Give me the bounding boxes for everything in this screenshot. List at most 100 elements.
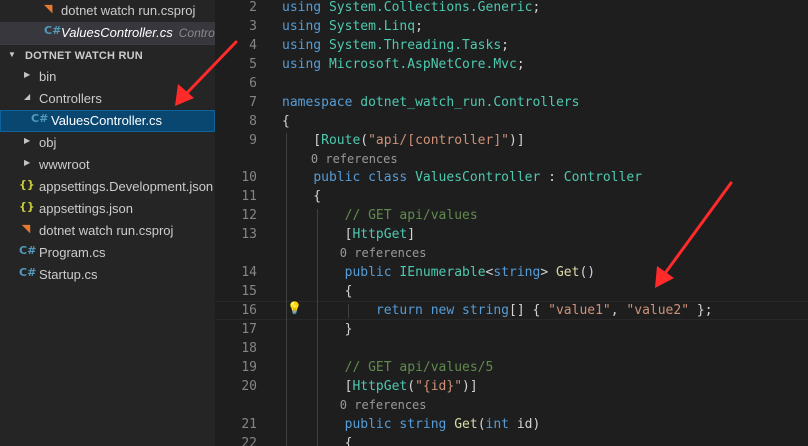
code-line[interactable]: 16 return new string[] { "value1", "valu… — [215, 301, 808, 320]
tree-item-label: ValuesController.cs — [51, 113, 163, 128]
code-text: // GET api/values/5 — [282, 358, 494, 377]
tree-item-startup-cs[interactable]: C# Startup.cs — [0, 264, 215, 286]
open-editor-item[interactable]: ◥ dotnet watch run.csproj — [0, 0, 215, 22]
line-number: 3 — [249, 19, 257, 34]
explorer-sidebar: ◥ dotnet watch run.csproj C# ValuesControll… — [0, 0, 215, 446]
code-line[interactable]: 13 [HttpGet] — [215, 225, 808, 244]
open-editor-name: dotnet watch run.csproj — [61, 3, 196, 18]
code-token: { — [282, 284, 353, 299]
line-number: 21 — [241, 417, 257, 432]
line-number: 11 — [241, 189, 257, 204]
code-token: ; — [415, 19, 423, 34]
code-line[interactable]: 6 — [215, 74, 808, 93]
line-number: 15 — [241, 284, 257, 299]
tree-item-dotnet-watch-run-csproj[interactable]: ◥ dotnet watch run.csproj — [0, 220, 215, 242]
code-token: // GET api/values/5 — [344, 360, 494, 375]
code-token: [ — [282, 227, 353, 242]
code-line[interactable]: 19 // GET api/values/5 — [215, 358, 808, 377]
open-editor-item[interactable]: C#ValuesController.cs Controllers — [0, 22, 215, 44]
line-number: 10 — [241, 170, 257, 185]
chevron-down-icon: ▼ — [8, 50, 16, 59]
code-text: { — [282, 187, 321, 206]
line-number: 2 — [249, 0, 257, 15]
tree-item-program-cs[interactable]: C# Program.cs — [0, 242, 215, 264]
code-token: using — [282, 0, 322, 15]
chevron-right-icon: ▶ — [24, 136, 31, 145]
codelens-references[interactable]: 0 references — [282, 244, 802, 263]
code-text: { — [282, 434, 353, 446]
tree-item-label: Program.cs — [39, 245, 106, 260]
code-token: > — [540, 265, 556, 280]
code-line[interactable]: 20 [HttpGet("{id}")] — [215, 377, 808, 396]
code-line[interactable]: 21 public string Get(int id) — [215, 415, 808, 434]
code-line[interactable]: 12 // GET api/values — [215, 206, 808, 225]
code-line[interactable]: 9 [Route("api/[controller]")] — [215, 131, 808, 150]
code-token: public — [313, 170, 361, 185]
code-token: ; — [501, 38, 509, 53]
tree-item-appsettings-json[interactable]: {} appsettings.json — [0, 198, 215, 220]
code-token: () — [579, 265, 596, 280]
code-text: // GET api/values — [282, 206, 478, 225]
csharp-icon: C# — [19, 266, 37, 279]
code-line[interactable]: 7 namespace dotnet_watch_run.Controllers — [215, 93, 808, 112]
line-number: 12 — [241, 208, 257, 223]
code-line[interactable]: 17 } — [215, 320, 808, 339]
code-token: { — [282, 114, 290, 129]
code-line[interactable]: 22 { — [215, 434, 808, 446]
code-token: { — [282, 436, 353, 446]
code-token: System.Threading.Tasks — [328, 38, 502, 53]
codelens-references[interactable]: 0 references — [282, 150, 802, 169]
code-line[interactable]: 10 public class ValuesController : Contr… — [215, 168, 808, 187]
code-line[interactable]: 4 using System.Threading.Tasks; — [215, 36, 808, 55]
line-number: 9 — [249, 133, 257, 148]
explorer-section-header[interactable]: ▼ DOTNET WATCH RUN — [0, 44, 215, 66]
tree-item-appsettings-development-json[interactable]: {} appsettings.Development.json — [0, 176, 215, 198]
code-line[interactable]: 8{ — [215, 112, 808, 131]
code-text: using System.Collections.Generic; — [282, 0, 540, 17]
code-text: [Route("api/[controller]")] — [282, 131, 525, 150]
code-line[interactable]: 3 using System.Linq; — [215, 17, 808, 36]
code-editor[interactable]: 💡 2 using System.Collections.Generic; 3 usi… — [215, 0, 808, 446]
tree-item-valuescontroller-cs[interactable]: C# ValuesController.cs — [0, 110, 215, 132]
codelens-references[interactable]: 0 references — [282, 396, 802, 415]
code-token: }; — [689, 303, 713, 318]
code-token: ] — [407, 227, 416, 242]
line-number: 4 — [249, 38, 257, 53]
tree-item-wwwroot[interactable]: ▶ wwwroot — [0, 154, 215, 176]
code-token: Get — [555, 265, 580, 280]
code-line[interactable]: 2 using System.Collections.Generic; — [215, 0, 808, 17]
code-token: ( — [477, 417, 486, 432]
code-token: Route — [321, 133, 361, 148]
code-line[interactable]: 18 — [215, 339, 808, 358]
code-token: Controller — [563, 170, 643, 185]
tree-item-controllers[interactable]: ◢ Controllers — [0, 88, 215, 110]
code-line[interactable]: 14 public IEnumerable<string> Get() — [215, 263, 808, 282]
code-token: return — [375, 303, 423, 318]
tree-item-bin[interactable]: ▶ bin — [0, 66, 215, 88]
line-number: 7 — [249, 95, 257, 110]
chevron-right-icon: ▶ — [24, 70, 31, 79]
code-line[interactable]: 11 { — [215, 187, 808, 206]
code-token: using — [282, 57, 322, 72]
code-token: System.Collections.Generic — [328, 0, 533, 15]
code-token: int — [485, 417, 510, 432]
code-line[interactable]: 15 { — [215, 282, 808, 301]
code-token: )] — [509, 133, 525, 148]
code-token: ( — [360, 133, 369, 148]
code-line[interactable]: 5 using Microsoft.AspNetCore.Mvc; — [215, 55, 808, 74]
code-token: "value2" — [626, 303, 690, 318]
tree-item-obj[interactable]: ▶ obj — [0, 132, 215, 154]
code-token: { — [282, 189, 322, 204]
code-token: [] { — [509, 303, 549, 318]
code-token: using — [282, 19, 322, 34]
json-icon: {} — [19, 200, 35, 213]
code-token: ; — [532, 0, 541, 15]
